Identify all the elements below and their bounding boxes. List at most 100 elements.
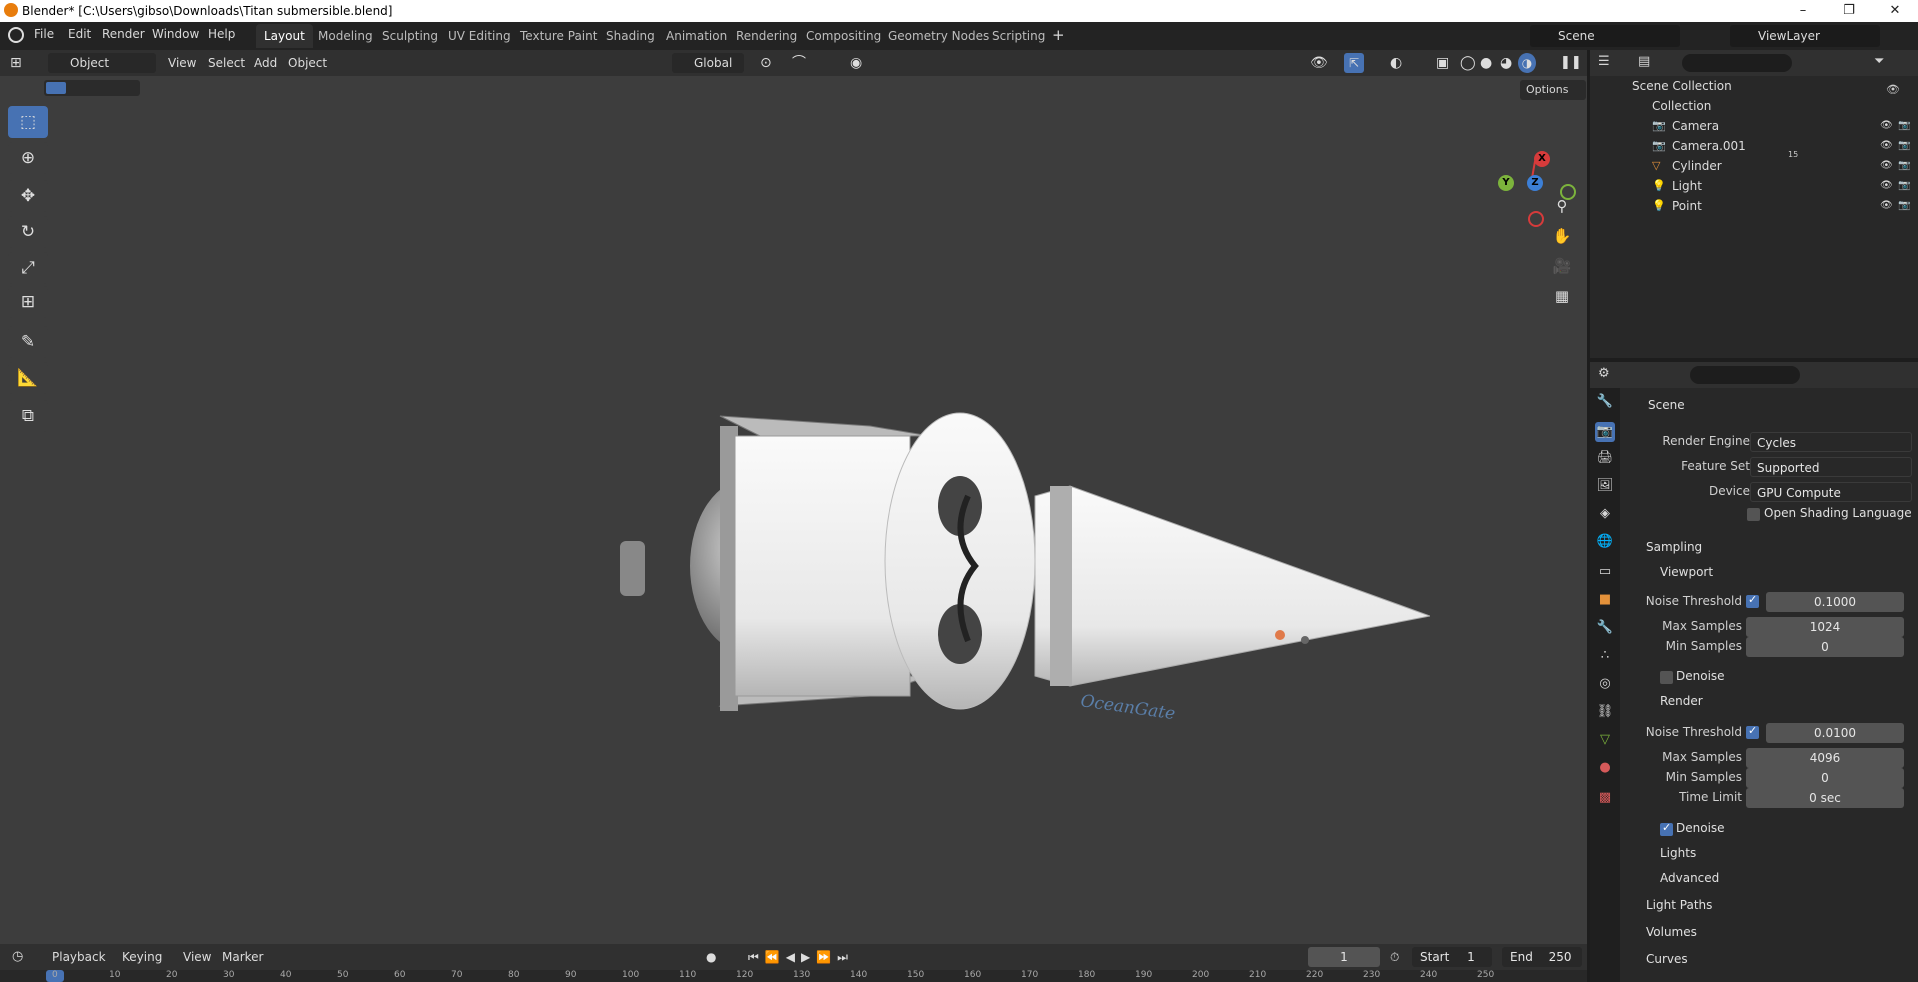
measure-tool-icon[interactable]: 📐	[8, 362, 48, 394]
modifier-tab-icon[interactable]: 🔧	[1595, 618, 1615, 638]
outliner-item-light[interactable]: Light 💡 👁 📷	[1590, 176, 1918, 196]
outliner-visibility-column[interactable]: 👁	[1886, 80, 1900, 100]
data-tab-icon[interactable]: ▽	[1595, 730, 1615, 750]
outliner-item-point[interactable]: Point 💡 👁 📷	[1590, 196, 1918, 216]
eye-icon[interactable]: 👁	[1880, 196, 1893, 216]
properties-search-input[interactable]	[1690, 366, 1800, 384]
marker-menu[interactable]: Marker	[222, 947, 263, 967]
render-engine-dropdown[interactable]: Cycles	[1750, 432, 1912, 452]
tab-animation[interactable]: Animation	[658, 24, 735, 48]
sampling-section[interactable]: Sampling	[1646, 540, 1702, 554]
feature-set-dropdown[interactable]: Supported	[1750, 457, 1912, 477]
outliner-item-camera-001[interactable]: Camera.001 📷 👁 📷	[1590, 136, 1918, 156]
add-menu[interactable]: Add	[254, 53, 277, 73]
options-dropdown[interactable]: Options	[1520, 80, 1587, 100]
outliner-editor-icon[interactable]: ☰	[1598, 54, 1610, 69]
current-frame-field[interactable]: 1	[1308, 947, 1380, 967]
vp-noise-field[interactable]: 0.1000	[1766, 592, 1904, 612]
mode-dropdown[interactable]: Object Mode	[48, 53, 156, 90]
wireframe-shading-icon[interactable]: ◯	[1460, 53, 1476, 73]
physics-tab-icon[interactable]: ◎	[1595, 674, 1615, 694]
playback-controls-icon[interactable]: ⏮⏪◀▶⏩⏭	[748, 947, 854, 967]
render-subsection[interactable]: Render	[1660, 694, 1703, 708]
minimize-button[interactable]: –	[1780, 0, 1826, 22]
stopwatch-icon[interactable]: ⏱	[1390, 947, 1399, 967]
light-paths-section[interactable]: Light Paths	[1646, 898, 1712, 912]
timeline-ruler[interactable]: 0 10 20 30 40 50 60 70 80 90 100 110 120 130 140 150 160…	[0, 970, 1587, 982]
tab-geometry-nodes[interactable]: Geometry Nodes	[880, 24, 997, 48]
tab-sculpting[interactable]: Sculpting	[374, 24, 446, 48]
tab-modeling[interactable]: Modeling	[310, 24, 381, 48]
tool-tab-icon[interactable]: 🔧	[1595, 392, 1615, 412]
time-limit-field[interactable]: 0 sec	[1746, 788, 1904, 808]
tab-texture-paint[interactable]: Texture Paint	[512, 24, 605, 48]
vp-max-field[interactable]: 1024	[1746, 617, 1904, 637]
texture-tab-icon[interactable]: ▩	[1595, 788, 1615, 808]
menu-help[interactable]: Help	[208, 27, 235, 41]
vp-denoise-label[interactable]: Denoise	[1676, 669, 1725, 683]
view-layer-tab-icon[interactable]: 🖼	[1595, 476, 1615, 496]
eye-icon[interactable]: 👁	[1880, 176, 1893, 196]
select-mode-buttons[interactable]	[44, 80, 140, 96]
object-menu[interactable]: Object	[288, 53, 327, 73]
cursor-tool-icon[interactable]: ⊕	[8, 142, 48, 174]
visibility-icon[interactable]: 👁	[1310, 53, 1328, 73]
tab-scripting[interactable]: Scripting	[984, 24, 1053, 48]
outliner-item-camera[interactable]: Camera 📷 👁 📷	[1590, 116, 1918, 136]
annotate-tool-icon[interactable]: ✎	[8, 326, 48, 358]
r-noise-checkbox[interactable]	[1746, 724, 1759, 739]
tab-uv-editing[interactable]: UV Editing	[440, 24, 519, 48]
proportional-edit-icon[interactable]: ◉	[850, 53, 862, 73]
render-camera-icon[interactable]: 📷	[1898, 176, 1910, 196]
blender-menu-icon[interactable]	[8, 27, 24, 43]
camera-view-icon[interactable]: 🎥	[1548, 252, 1576, 280]
vp-noise-checkbox[interactable]	[1746, 593, 1759, 608]
pan-hand-icon[interactable]: ✋	[1548, 222, 1576, 250]
properties-editor-icon[interactable]: ⚙	[1598, 366, 1610, 381]
render-camera-icon[interactable]: 📷	[1898, 196, 1910, 216]
r-max-field[interactable]: 4096	[1746, 748, 1904, 768]
curves-section[interactable]: Curves	[1646, 952, 1688, 966]
scene-collection-row[interactable]: Scene Collection	[1590, 76, 1918, 96]
render-camera-icon[interactable]: 📷	[1898, 156, 1910, 176]
select-menu[interactable]: Select	[208, 53, 245, 73]
render-camera-icon[interactable]: 📷	[1898, 116, 1910, 136]
record-icon[interactable]: ●	[706, 947, 716, 967]
add-cube-tool-icon[interactable]: ⧉	[8, 400, 48, 432]
viewport-subsection[interactable]: Viewport	[1660, 565, 1713, 579]
eye-icon[interactable]: 👁	[1880, 136, 1893, 156]
outliner-search-input[interactable]	[1682, 54, 1792, 72]
timeline-view-menu[interactable]: View	[183, 947, 211, 967]
start-frame-field[interactable]: Start 1	[1412, 947, 1492, 967]
navigation-gizmo[interactable]: X Y Z	[1498, 151, 1576, 227]
gizmo-neg-x-icon[interactable]	[1528, 211, 1544, 227]
overlay-icon[interactable]: ◐	[1390, 53, 1402, 73]
eye-icon[interactable]: 👁	[1886, 80, 1900, 100]
scene-tab-icon[interactable]: ◈	[1595, 504, 1615, 524]
menu-render[interactable]: Render	[102, 27, 145, 41]
gizmo-z-icon[interactable]: Z	[1527, 175, 1543, 191]
gizmo-y-icon[interactable]: Y	[1498, 175, 1514, 191]
xray-icon[interactable]: ▣	[1436, 53, 1449, 73]
rotate-tool-icon[interactable]: ↻	[8, 216, 48, 248]
filter-icon[interactable]: ⏷	[1874, 54, 1884, 69]
material-tab-icon[interactable]: ●	[1595, 758, 1615, 778]
3d-viewport[interactable]: Options OceanGate X Y Z ⚲ ✋ 🎥 ▦ ⬚ ⊕ ✥ ↻ …	[0, 76, 1587, 944]
pause-icon[interactable]: ❚❚	[1560, 53, 1582, 73]
vp-denoise-checkbox[interactable]	[1660, 671, 1673, 684]
playback-menu[interactable]: Playback	[52, 947, 106, 967]
world-tab-icon[interactable]: 🌐	[1595, 532, 1615, 552]
tab-layout[interactable]: Layout	[256, 24, 313, 48]
pivot-icon[interactable]: ⊙	[760, 53, 772, 73]
transform-tool-icon[interactable]: ⊞	[8, 286, 48, 318]
collection-row[interactable]: Collection	[1590, 96, 1918, 116]
device-dropdown[interactable]: GPU Compute	[1750, 482, 1912, 502]
end-frame-field[interactable]: End 250	[1502, 947, 1582, 967]
render-camera-icon[interactable]: 📷	[1898, 136, 1910, 156]
maximize-button[interactable]: ❐	[1826, 0, 1872, 22]
particles-tab-icon[interactable]: ∴	[1595, 646, 1615, 666]
zoom-icon[interactable]: ⚲	[1548, 192, 1576, 220]
view-menu[interactable]: View	[168, 53, 196, 73]
eye-icon[interactable]: 👁	[1880, 156, 1893, 176]
constraints-tab-icon[interactable]: ⛓	[1595, 702, 1615, 722]
